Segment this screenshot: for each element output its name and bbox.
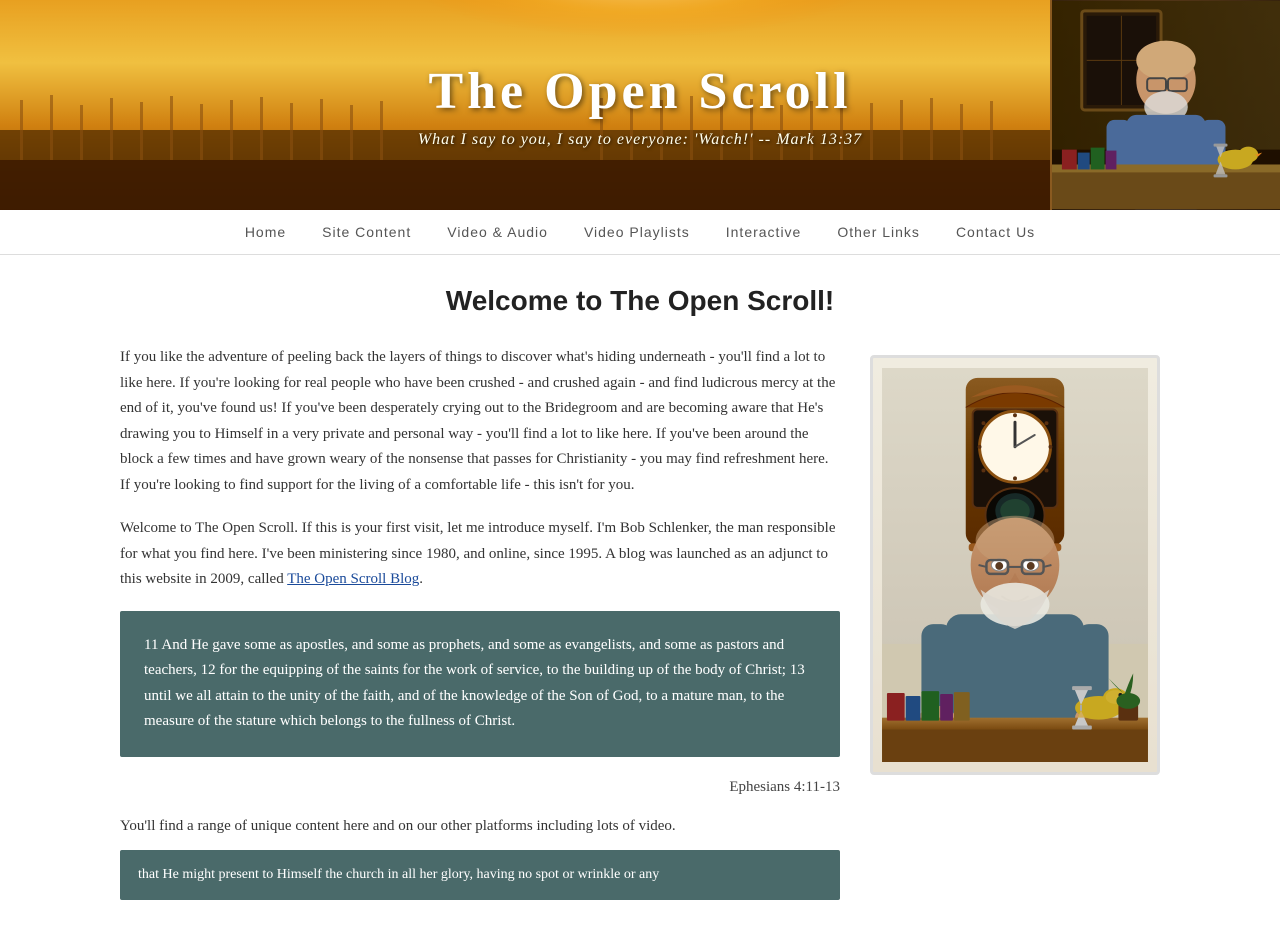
nav-video-audio[interactable]: Video & Audio [429, 212, 566, 252]
intro-p2-text1: Welcome to The Open Scroll. If this is y… [120, 520, 835, 587]
second-quote-box: that He might present to Himself the chu… [120, 850, 840, 900]
nav-other-links[interactable]: Other Links [819, 212, 938, 252]
site-header: The Open Scroll What I say to you, I say… [0, 0, 1280, 210]
content-text: If you like the adventure of peeling bac… [120, 345, 840, 900]
content-image-area [870, 355, 1160, 775]
bible-quote-text: 11 And He gave some as apostles, and som… [144, 637, 805, 730]
blog-link[interactable]: The Open Scroll Blog [287, 571, 419, 587]
nav-home[interactable]: Home [227, 212, 304, 252]
bible-quote-box: 11 And He gave some as apostles, and som… [120, 611, 840, 757]
webcam-person [1052, 0, 1280, 210]
intro-p2-text2: . [419, 571, 423, 587]
bible-citation: Ephesians 4:11-13 [120, 775, 840, 801]
intro-paragraph: If you like the adventure of peeling bac… [120, 345, 840, 498]
intro-paragraph-2: Welcome to The Open Scroll. If this is y… [120, 516, 840, 593]
nav-interactive[interactable]: Interactive [708, 212, 820, 252]
nav-site-content[interactable]: Site Content [304, 212, 429, 252]
main-content: Welcome to The Open Scroll! If you like … [0, 255, 1280, 930]
webcam-overlay [1050, 0, 1280, 210]
site-subtitle: What I say to you, I say to everyone: 'W… [418, 131, 862, 149]
site-title: The Open Scroll [428, 62, 851, 121]
main-nav: Home Site Content Video & Audio Video Pl… [0, 210, 1280, 255]
page-title: Welcome to The Open Scroll! [120, 285, 1160, 317]
person-photo-svg [880, 368, 1150, 762]
bottom-paragraph: You'll find a range of unique content he… [120, 814, 840, 840]
person-photo-frame [870, 355, 1160, 775]
content-layout: If you like the adventure of peeling bac… [120, 345, 1160, 900]
nav-contact-us[interactable]: Contact Us [938, 212, 1053, 252]
second-quote-text: that He might present to Himself the chu… [138, 867, 659, 882]
nav-video-playlists[interactable]: Video Playlists [566, 212, 708, 252]
